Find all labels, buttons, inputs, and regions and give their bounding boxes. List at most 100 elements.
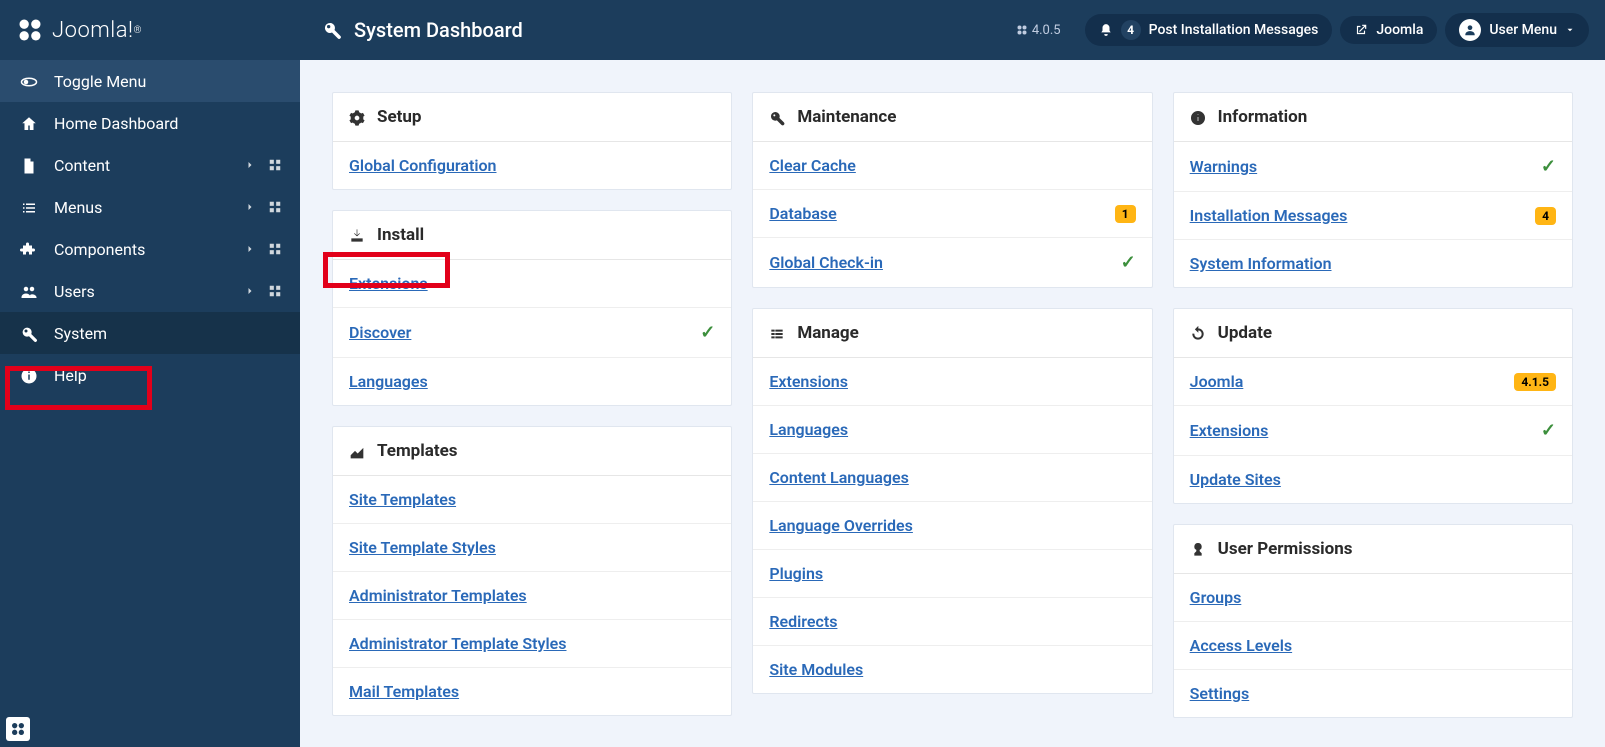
- card-row: Joomla4.1.5: [1174, 358, 1572, 406]
- site-link-pill[interactable]: Joomla: [1340, 16, 1437, 44]
- sidebar-item-system[interactable]: System: [0, 312, 300, 354]
- user-menu-pill[interactable]: User Menu: [1445, 13, 1589, 47]
- card-header: Templates: [333, 427, 731, 476]
- sidebar-item-users[interactable]: Users: [0, 270, 300, 312]
- link-administrator-template-styles[interactable]: Administrator Template Styles: [349, 634, 567, 653]
- link-settings[interactable]: Settings: [1190, 684, 1250, 703]
- sidebar-item-menus[interactable]: Menus: [0, 186, 300, 228]
- page-title-text: System Dashboard: [354, 18, 523, 42]
- card-title: Setup: [377, 107, 421, 127]
- link-administrator-templates[interactable]: Administrator Templates: [349, 586, 527, 605]
- card-title: Manage: [797, 323, 859, 343]
- card-title: Information: [1218, 107, 1308, 127]
- notifications-pill[interactable]: 4 Post Installation Messages: [1085, 14, 1333, 46]
- sidebar-item-home-dashboard[interactable]: Home Dashboard: [0, 102, 300, 144]
- sidebar-item-label: System: [54, 324, 282, 343]
- grid-icon[interactable]: [268, 242, 282, 256]
- chevron-right-icon: [244, 159, 256, 171]
- file-icon: [18, 155, 40, 175]
- badge: 1: [1115, 205, 1136, 223]
- grid-icon[interactable]: [268, 158, 282, 172]
- logo-text: Joomla!: [52, 18, 134, 43]
- link-extensions[interactable]: Extensions: [1190, 421, 1269, 440]
- link-access-levels[interactable]: Access Levels: [1190, 636, 1292, 655]
- sidebar-item-content[interactable]: Content: [0, 144, 300, 186]
- mini-logo[interactable]: [6, 717, 30, 741]
- link-site-templates[interactable]: Site Templates: [349, 490, 456, 509]
- link-system-information[interactable]: System Information: [1190, 254, 1332, 273]
- sidebar-item-label: Users: [54, 282, 244, 301]
- card-header: Information: [1174, 93, 1572, 142]
- link-installation-messages[interactable]: Installation Messages: [1190, 206, 1348, 225]
- card-title: Maintenance: [797, 107, 896, 127]
- card-row: Discover✓: [333, 308, 731, 358]
- card-icon: [1190, 539, 1206, 559]
- check-icon: ✓: [1121, 252, 1136, 273]
- link-discover[interactable]: Discover: [349, 323, 411, 342]
- link-warnings[interactable]: Warnings: [1190, 157, 1258, 176]
- site-link-label: Joomla: [1376, 22, 1423, 38]
- card-row: Extensions: [333, 260, 731, 308]
- link-joomla[interactable]: Joomla: [1190, 372, 1244, 391]
- sidebar-item-help[interactable]: Help: [0, 354, 300, 396]
- link-database[interactable]: Database: [769, 204, 836, 223]
- card-row: Global Check-in ✓: [753, 238, 1151, 287]
- card-row: Language Overrides: [753, 502, 1151, 550]
- card-title: Install: [377, 225, 424, 245]
- card-title: User Permissions: [1218, 539, 1353, 559]
- link-content-languages[interactable]: Content Languages: [769, 468, 908, 487]
- card-row: Site Modules: [753, 646, 1151, 693]
- card-row: Update Sites: [1174, 456, 1572, 503]
- card-icon: [349, 225, 365, 245]
- card-row: Site Template Styles: [333, 524, 731, 572]
- sidebar-item-components[interactable]: Components: [0, 228, 300, 270]
- card-icon: [349, 441, 365, 461]
- link-language-overrides[interactable]: Language Overrides: [769, 516, 913, 535]
- chevron-right-icon: [244, 201, 256, 213]
- link-global-check-in[interactable]: Global Check-in: [769, 253, 883, 272]
- card-row: System Information: [1174, 240, 1572, 287]
- logo[interactable]: Joomla!®: [16, 16, 142, 44]
- card-row: Groups: [1174, 574, 1572, 622]
- link-site-template-styles[interactable]: Site Template Styles: [349, 538, 496, 557]
- link-global-configuration[interactable]: Global Configuration: [349, 156, 497, 175]
- wrench-icon: [18, 323, 40, 343]
- card-templates: Templates Site Templates Site Template Sty…: [332, 426, 732, 716]
- card-icon: [1190, 107, 1206, 127]
- link-groups[interactable]: Groups: [1190, 588, 1242, 607]
- link-mail-templates[interactable]: Mail Templates: [349, 682, 459, 701]
- card-header: Install: [333, 211, 731, 260]
- link-plugins[interactable]: Plugins: [769, 564, 823, 583]
- card-title: Update: [1218, 323, 1272, 343]
- card-row: Administrator Template Styles: [333, 620, 731, 668]
- sidebar-toggle[interactable]: Toggle Menu: [0, 60, 300, 102]
- card-update: UpdateJoomla4.1.5Extensions✓Update Sites: [1173, 308, 1573, 504]
- link-clear-cache[interactable]: Clear Cache: [769, 156, 856, 175]
- link-redirects[interactable]: Redirects: [769, 612, 837, 631]
- card-row: Global Configuration: [333, 142, 731, 189]
- link-languages[interactable]: Languages: [349, 372, 428, 391]
- card-row: Administrator Templates: [333, 572, 731, 620]
- joomla-logo-icon: [16, 16, 44, 44]
- card-row: Content Languages: [753, 454, 1151, 502]
- link-languages[interactable]: Languages: [769, 420, 848, 439]
- card-icon: [769, 323, 785, 343]
- card-row: Redirects: [753, 598, 1151, 646]
- link-site-modules[interactable]: Site Modules: [769, 660, 863, 679]
- grid-icon[interactable]: [268, 200, 282, 214]
- sidebar-item-label: Content: [54, 156, 244, 175]
- list-icon: [18, 197, 40, 217]
- grid-icon[interactable]: [268, 284, 282, 298]
- card-icon: [349, 107, 365, 127]
- user-icon: [1459, 19, 1481, 41]
- link-extensions[interactable]: Extensions: [769, 372, 848, 391]
- chevron-down-icon: [1565, 25, 1575, 35]
- link-extensions[interactable]: Extensions: [349, 274, 428, 293]
- card-icon: [1190, 323, 1206, 343]
- notification-label: Post Installation Messages: [1149, 22, 1319, 38]
- link-update-sites[interactable]: Update Sites: [1190, 470, 1281, 489]
- card-row: Settings: [1174, 670, 1572, 717]
- main-content: Setup Global Configuration Install Extensio…: [300, 60, 1605, 747]
- sidebar-item-label: Help: [54, 366, 282, 385]
- card-row: Site Templates: [333, 476, 731, 524]
